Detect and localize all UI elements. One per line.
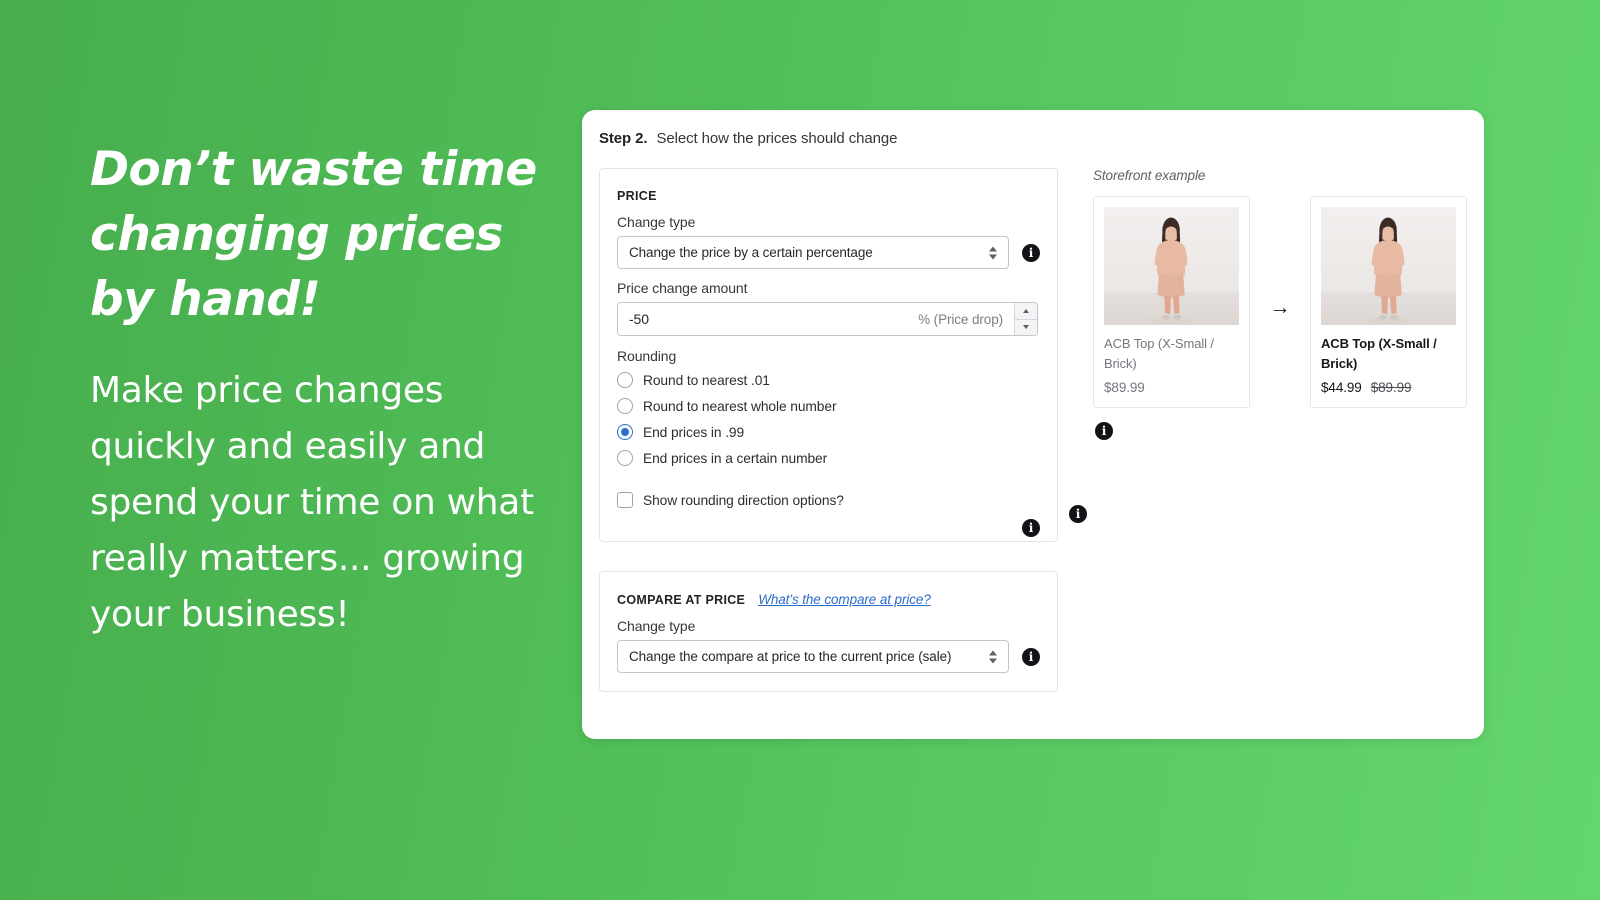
info-icon-compare[interactable]: i xyxy=(1022,647,1040,666)
radio-icon-selected xyxy=(617,424,633,440)
product-price-before-row: $89.99 xyxy=(1104,380,1239,395)
chevron-updown-icon xyxy=(989,246,997,259)
price-amount-suffix: % (Price drop) xyxy=(918,311,1003,327)
rounding-radio-group: Round to nearest .01 Round to nearest wh… xyxy=(617,369,1040,469)
rounding-option-whole-number[interactable]: Round to nearest whole number xyxy=(617,395,1040,417)
product-image-after xyxy=(1321,207,1456,325)
price-amount-stepper xyxy=(1014,303,1037,335)
compare-change-type-select[interactable]: Change the compare at price to the curre… xyxy=(617,640,1009,673)
price-amount-input[interactable]: -50 % (Price drop) xyxy=(618,303,1014,335)
product-name-before: ACB Top (X-Small / Brick) xyxy=(1104,336,1214,371)
info-icon-storefront[interactable]: i xyxy=(1095,422,1113,440)
rounding-option-label: End prices in a certain number xyxy=(643,450,828,466)
rounding-label: Rounding xyxy=(617,348,677,364)
price-amount-input-wrapper: -50 % (Price drop) xyxy=(617,302,1038,336)
show-rounding-direction-checkbox-row[interactable]: Show rounding direction options? xyxy=(617,492,1040,508)
step-label: Step 2. xyxy=(599,130,648,147)
marketing-column: Don’t waste time changing prices by hand… xyxy=(90,138,560,643)
product-compare-at-price-after: $89.99 xyxy=(1370,380,1412,395)
price-change-type-row: Change the price by a certain percentage… xyxy=(617,236,1040,269)
transition-arrow: → xyxy=(1250,297,1310,318)
price-card: PRICE Change type Change the price by a … xyxy=(599,168,1087,542)
compare-change-type-label: Change type xyxy=(617,618,696,634)
show-rounding-direction-label: Show rounding direction options? xyxy=(643,492,844,508)
product-image-before xyxy=(1104,207,1239,325)
storefront-info-wrap: i xyxy=(1095,422,1483,440)
stepper-decrement-button[interactable] xyxy=(1015,319,1037,335)
product-name-after: ACB Top (X-Small / Brick) xyxy=(1321,336,1437,371)
rounding-option-label: Round to nearest .01 xyxy=(643,372,770,388)
compare-change-type-value: Change the compare at price to the curre… xyxy=(629,649,952,664)
price-change-type-value: Change the price by a certain percentage xyxy=(629,245,873,260)
price-amount-label: Price change amount xyxy=(617,280,748,296)
chevron-updown-icon xyxy=(989,650,997,663)
marketing-subcopy: Make price changes quickly and easily an… xyxy=(90,369,534,636)
rounding-option-end-99[interactable]: End prices in .99 xyxy=(617,421,1040,443)
radio-icon xyxy=(617,450,633,466)
storefront-cards-row: ACB Top (X-Small / Brick) $89.99 → ACB T… xyxy=(1093,196,1483,408)
compare-change-type-row: Change the compare at price to the curre… xyxy=(617,640,1040,673)
price-change-type-label: Change type xyxy=(617,214,696,230)
step-description: Select how the prices should change xyxy=(656,130,898,147)
rounding-option-certain-number[interactable]: End prices in a certain number xyxy=(617,447,1040,469)
checkbox-icon xyxy=(617,492,633,508)
price-change-type-select[interactable]: Change the price by a certain percentage xyxy=(617,236,1009,269)
marketing-headline: Don’t waste time changing prices by hand… xyxy=(90,142,537,327)
panel-header: Step 2. Select how the prices should cha… xyxy=(599,130,897,147)
rounding-option-label: Round to nearest whole number xyxy=(643,398,837,414)
rounding-option-label: End prices in .99 xyxy=(643,424,745,440)
info-icon[interactable]: i xyxy=(1022,243,1040,262)
product-card-before: ACB Top (X-Small / Brick) $89.99 xyxy=(1093,196,1250,408)
radio-icon xyxy=(617,398,633,414)
product-price-after: $44.99 xyxy=(1321,380,1362,395)
compare-title-row: COMPARE AT PRICE What’s the compare at p… xyxy=(617,592,1040,607)
product-price-before: $89.99 xyxy=(1104,380,1145,395)
main-panel: Step 2. Select how the prices should cha… xyxy=(582,110,1484,739)
compare-at-price-help-link[interactable]: What’s the compare at price? xyxy=(758,592,931,607)
rounding-option-nearest-01[interactable]: Round to nearest .01 xyxy=(617,369,1040,391)
storefront-example: Storefront example ACB Top (X-Small / Br… xyxy=(1093,168,1483,440)
price-amount-value: -50 xyxy=(629,311,649,327)
radio-icon xyxy=(617,372,633,388)
compare-section-title: COMPARE AT PRICE xyxy=(617,593,746,607)
product-price-after-row: $44.99 $89.99 xyxy=(1321,380,1456,395)
price-section-title: PRICE xyxy=(617,189,657,203)
arrow-right-icon: → xyxy=(1269,295,1291,319)
stepper-increment-button[interactable] xyxy=(1015,303,1037,320)
compare-at-price-card: COMPARE AT PRICE What’s the compare at p… xyxy=(599,571,1058,692)
info-icon-rounding-options[interactable]: i xyxy=(1022,519,1040,537)
info-icon-rounding[interactable]: i xyxy=(1069,505,1087,523)
storefront-title: Storefront example xyxy=(1093,168,1206,183)
product-card-after: ACB Top (X-Small / Brick) $44.99 $89.99 xyxy=(1310,196,1467,408)
